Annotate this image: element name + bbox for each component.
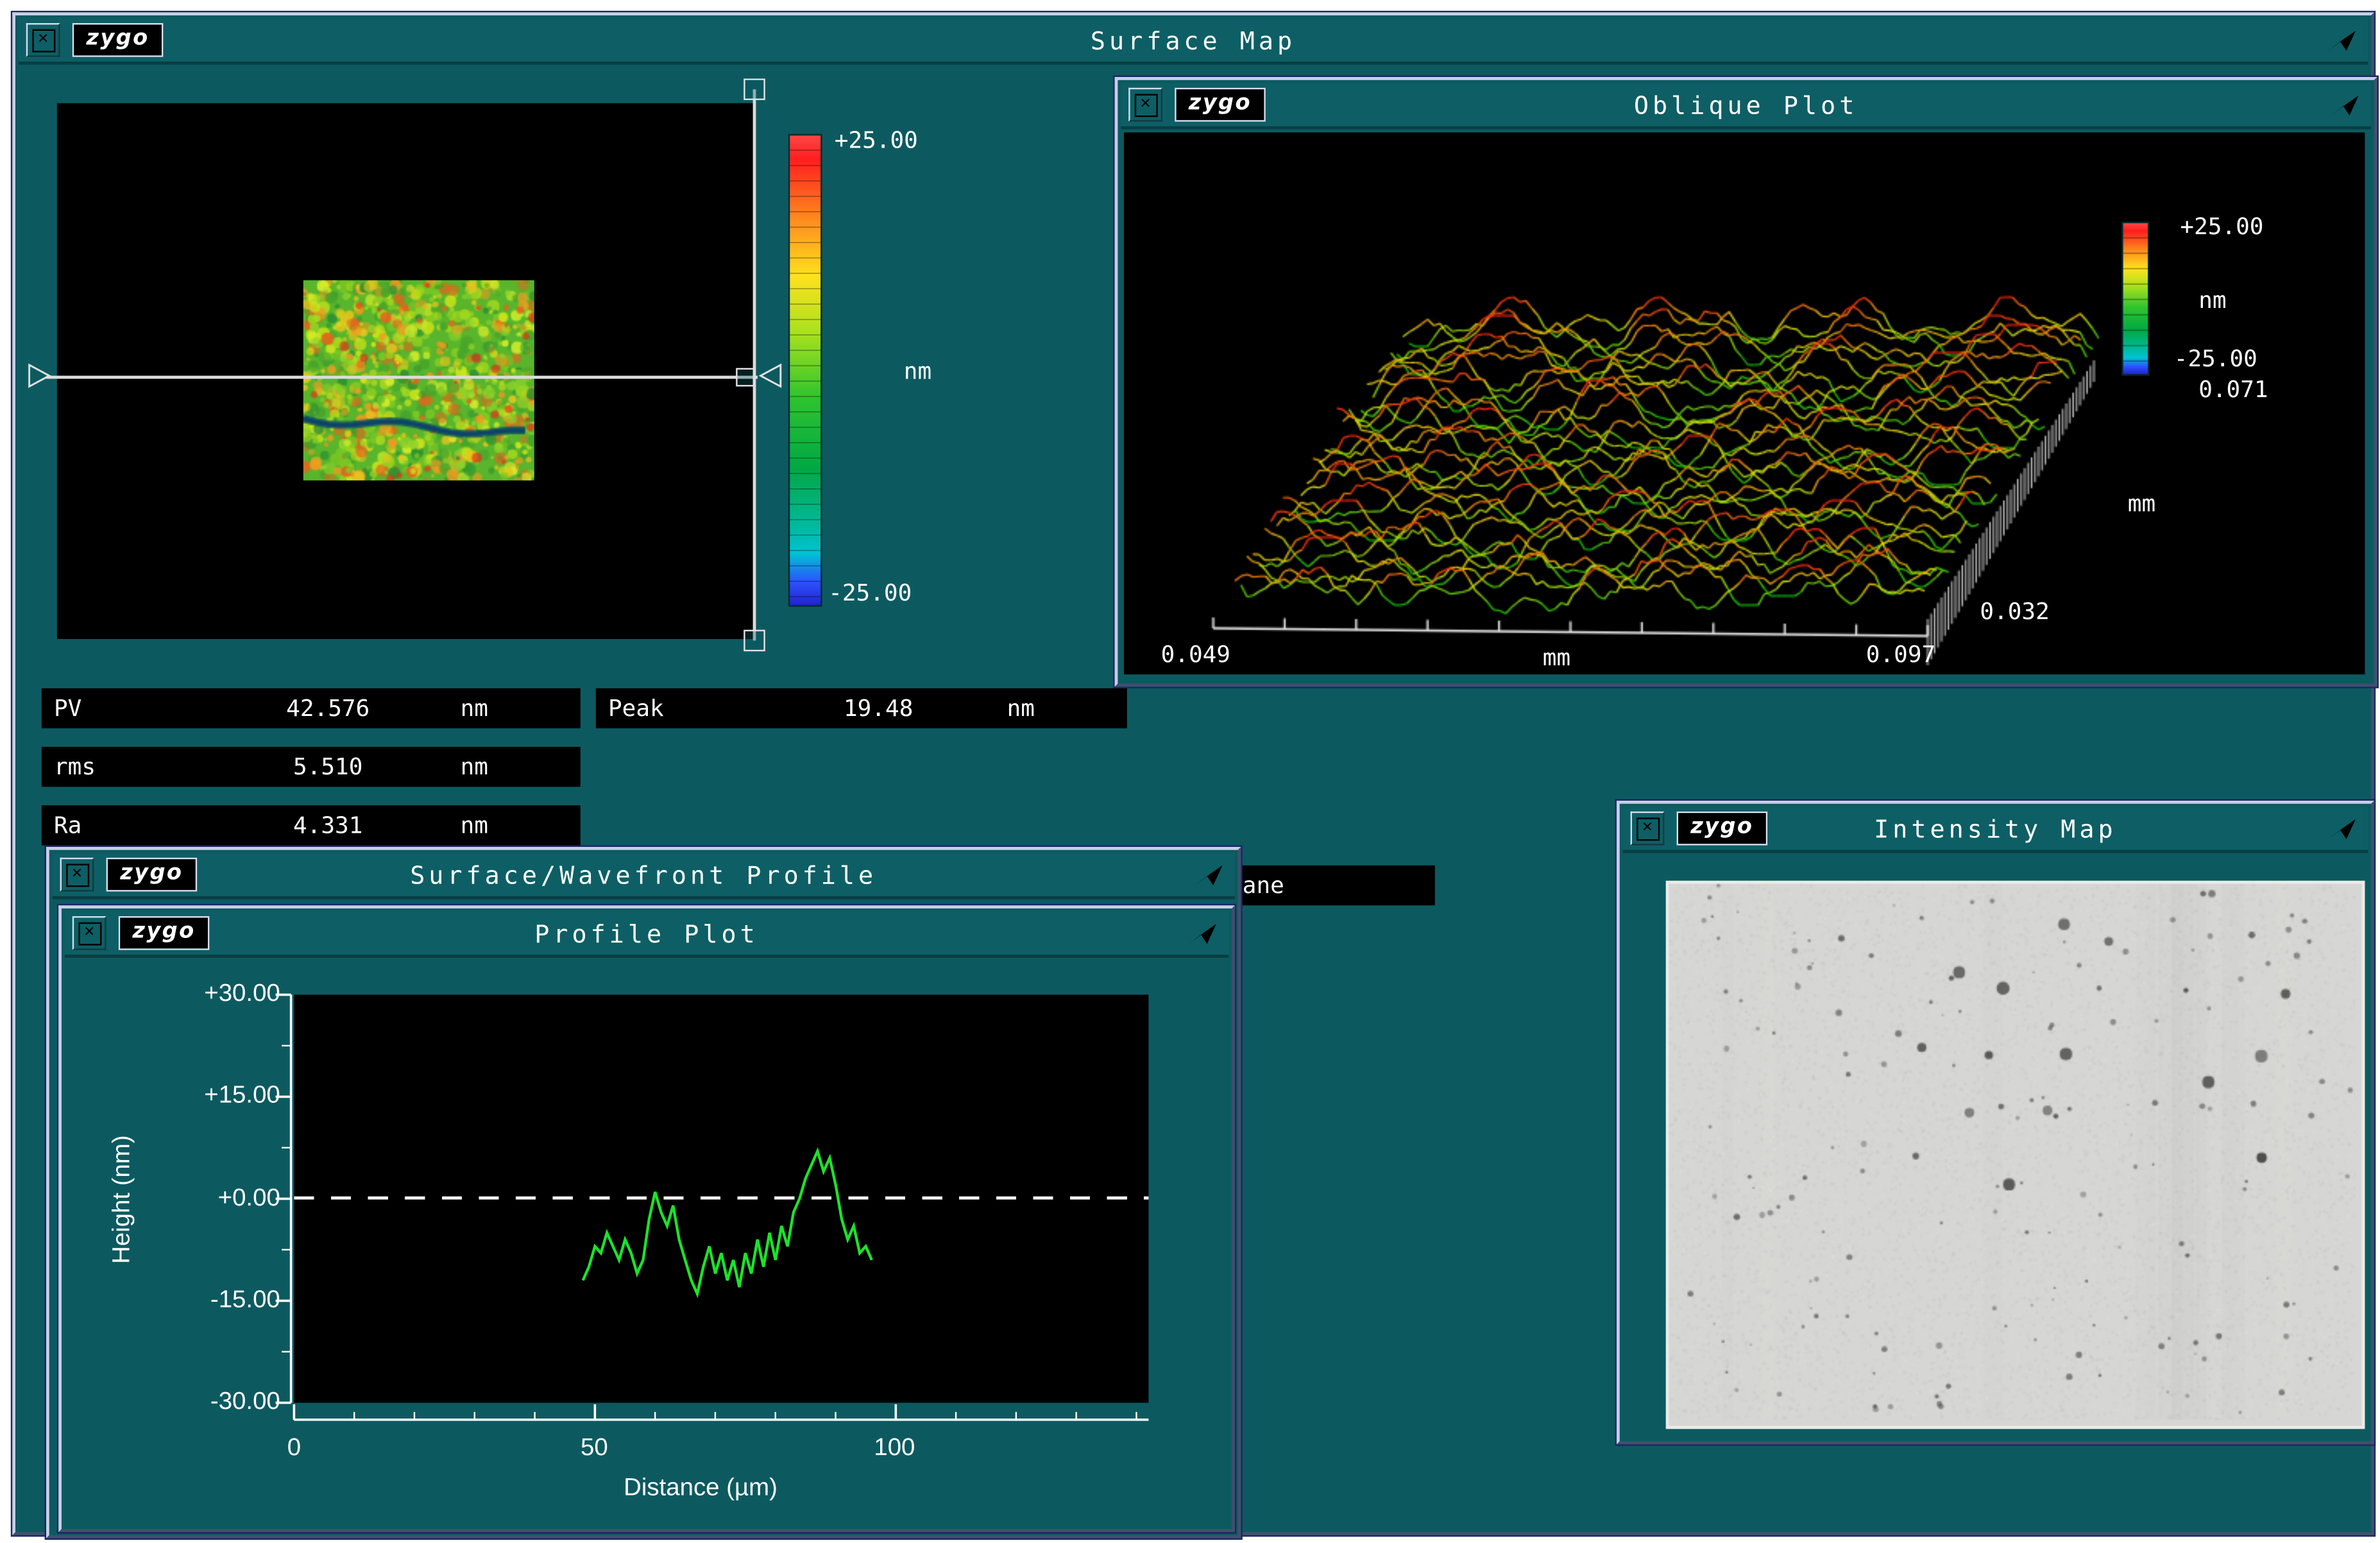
intensity-image: [1669, 884, 2356, 1420]
oblique-plot-area: 0.049 mm 0.097 0.032 mm +25.00 nm -25.00…: [1124, 132, 2365, 674]
zygo-logo: zygo: [1677, 812, 1767, 846]
close-button[interactable]: ✕: [60, 858, 94, 892]
window-title: Profile Plot: [65, 919, 1228, 948]
xtick-label: 50: [563, 1435, 625, 1463]
ytick-label: -15.00: [169, 1287, 280, 1315]
surface-height-image: [303, 280, 534, 481]
slider-top-handle[interactable]: [744, 78, 765, 100]
profile-plot-titlebar[interactable]: ✕ zygo Profile Plot: [65, 912, 1228, 958]
oblique-z-value: 0.071: [2198, 376, 2268, 404]
profile-plot-area: [294, 994, 1148, 1402]
colorbar-min-label: -25.00: [828, 579, 912, 606]
result-label: PV: [42, 694, 196, 722]
oblique-colorbar: [2121, 222, 2149, 376]
oblique-depth-unit: mm: [2128, 490, 2155, 517]
ytick-label: +30.00: [169, 981, 280, 1009]
result-ra: Ra 4.331 nm: [42, 805, 581, 845]
oblique-x-unit: mm: [1543, 644, 1570, 671]
intensity-map-window: ✕ zygo Intensity Map: [1617, 801, 2374, 1444]
result-rms: rms 5.510 nm: [42, 747, 581, 787]
xtick-label: 100: [863, 1435, 925, 1463]
plot-menu-icon[interactable]: [2325, 26, 2359, 54]
result-value: 5.510: [196, 753, 461, 781]
surface-map-plot-area: [57, 103, 754, 639]
profile-titlebar[interactable]: ✕ zygo Surface/Wavefront Profile: [53, 853, 1235, 899]
surface-map-window: ✕ zygo Surface Map +25.00 nm -25.00: [12, 12, 2374, 1535]
x-axis-title: Distance (µm): [523, 1475, 878, 1503]
slider-right-handle[interactable]: [758, 363, 785, 389]
result-label: Ra: [42, 812, 196, 839]
window-title: Surface/Wavefront Profile: [53, 860, 1235, 889]
result-partial: ane: [1235, 865, 1435, 905]
screen: ✕ zygo Surface Map +25.00 nm -25.00: [0, 0, 2380, 1543]
oblique-colorbar-unit: nm: [2198, 286, 2226, 314]
result-peak: Peak 19.48 nm: [596, 688, 1127, 728]
oblique-depth-value: 0.032: [1980, 597, 2049, 625]
window-title: Surface Map: [19, 26, 2368, 55]
plot-menu-icon[interactable]: [1186, 919, 1220, 947]
oblique-wireframe: [1124, 132, 2365, 674]
close-button[interactable]: ✕: [1631, 812, 1665, 846]
result-unit: nm: [461, 753, 581, 781]
colorbar-max-label: +25.00: [835, 126, 918, 154]
oblique-plot-window: ✕ zygo Oblique Plot 0.049 mm 0.097 0.032…: [1115, 77, 2377, 686]
close-button[interactable]: ✕: [26, 23, 60, 57]
result-value: 42.576: [196, 694, 461, 722]
oblique-x-right: 0.097: [1866, 640, 1935, 668]
window-title: Oblique Plot: [1121, 90, 2371, 119]
colorbar-unit-label: nm: [904, 357, 931, 385]
y-axis-title: Height (nm): [109, 1092, 137, 1308]
close-button[interactable]: ✕: [72, 916, 106, 950]
zygo-logo: zygo: [119, 916, 209, 950]
slider-right-box[interactable]: [736, 368, 754, 387]
oblique-colorbar-min: -25.00: [2174, 345, 2257, 373]
result-value: 19.48: [750, 694, 1007, 722]
zygo-logo: zygo: [1175, 88, 1265, 122]
profile-plot-window: ✕ zygo Profile Plot +30.00 +15.00 +0.00 …: [58, 905, 1235, 1532]
close-icon: ✕: [65, 863, 89, 886]
profile-slider-line[interactable]: [46, 376, 758, 379]
intensity-image-frame: [1666, 881, 2365, 1429]
zero-line: [294, 1197, 1148, 1200]
result-unit: nm: [461, 694, 581, 722]
zygo-logo: zygo: [106, 858, 197, 892]
oblique-titlebar[interactable]: ✕ zygo Oblique Plot: [1121, 83, 2371, 130]
close-icon: ✕: [1134, 93, 1157, 116]
xtick-label: 0: [263, 1435, 325, 1463]
ytick-label: -30.00: [169, 1389, 280, 1417]
close-icon: ✕: [1636, 817, 1659, 840]
plot-menu-icon[interactable]: [2325, 815, 2359, 842]
result-pv: PV 42.576 nm: [42, 688, 581, 728]
result-value: 4.331: [196, 812, 461, 839]
slider-bottom-handle[interactable]: [744, 630, 765, 652]
close-button[interactable]: ✕: [1128, 88, 1162, 122]
surface-map-titlebar[interactable]: ✕ zygo Surface Map: [19, 19, 2368, 65]
zygo-logo: zygo: [72, 23, 163, 57]
result-unit: nm: [461, 812, 581, 839]
surface-colorbar: [788, 134, 822, 607]
result-label: Peak: [596, 694, 750, 722]
ytick-label: +15.00: [169, 1082, 280, 1110]
profile-slider-vline[interactable]: [753, 89, 756, 640]
profile-window: ✕ zygo Surface/Wavefront Profile ✕ zygo …: [46, 847, 1241, 1539]
intensity-titlebar[interactable]: ✕ zygo Intensity Map: [1623, 807, 2368, 853]
close-icon: ✕: [78, 921, 101, 944]
result-unit: nm: [1007, 694, 1127, 722]
close-icon: ✕: [31, 28, 55, 51]
plot-menu-icon[interactable]: [2328, 91, 2362, 119]
ytick-label: +0.00: [169, 1186, 280, 1213]
result-label: rms: [42, 753, 196, 781]
plot-menu-icon[interactable]: [1192, 861, 1226, 889]
result-partial-text: ane: [1235, 871, 1284, 899]
oblique-colorbar-max: +25.00: [2180, 212, 2263, 240]
oblique-x-left: 0.049: [1161, 640, 1230, 668]
